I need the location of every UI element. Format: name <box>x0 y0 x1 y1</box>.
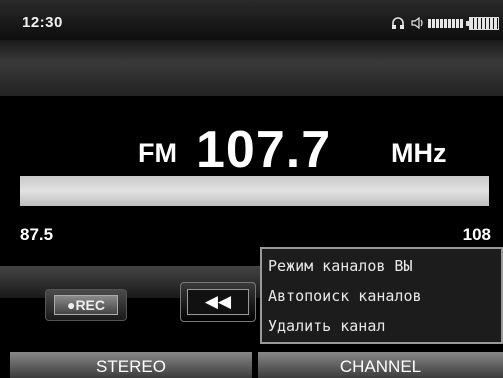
tuning-bar[interactable] <box>20 176 489 206</box>
menu-item-delete-channel[interactable]: Удалить канал <box>268 317 385 335</box>
range-max-label: 108 <box>462 225 491 244</box>
band-label: FM <box>138 138 177 168</box>
headphones-icon <box>391 16 405 30</box>
volume-icon <box>411 17 463 29</box>
clock: 12:30 <box>22 14 63 31</box>
record-button[interactable]: ●REC <box>45 289 127 321</box>
fm-radio-screen: 12:30 FM 107.7 MHz 87.5 108 ●REC ◀◀ Режи… <box>0 0 503 378</box>
frequency-unit: MHz <box>391 138 447 168</box>
rewind-icon: ◀◀ <box>187 289 249 315</box>
menu-item-auto-search[interactable]: Автопоиск каналов <box>268 287 422 305</box>
channel-softkey[interactable]: CHANNEL <box>258 352 503 378</box>
record-button-label: ●REC <box>54 295 118 315</box>
header-band <box>0 40 503 96</box>
stereo-softkey[interactable]: STEREO <box>10 352 252 378</box>
status-bar: 12:30 <box>0 0 503 40</box>
tuning-bar-fill <box>20 176 484 206</box>
menu-item-channel-mode[interactable]: Режим каналов ВЫ <box>268 257 413 275</box>
softkey-bar: STEREO CHANNEL <box>0 352 503 378</box>
battery-icon <box>466 16 499 30</box>
frequency-value: 107.7 <box>196 121 332 179</box>
volume-level-bars <box>428 18 463 28</box>
status-icons <box>391 14 499 32</box>
frequency-display: FM 107.7 MHz <box>0 118 503 179</box>
options-menu: Режим каналов ВЫ Автопоиск каналов Удали… <box>260 247 503 344</box>
range-min-label: 87.5 <box>20 225 54 244</box>
rewind-button[interactable]: ◀◀ <box>180 282 256 322</box>
